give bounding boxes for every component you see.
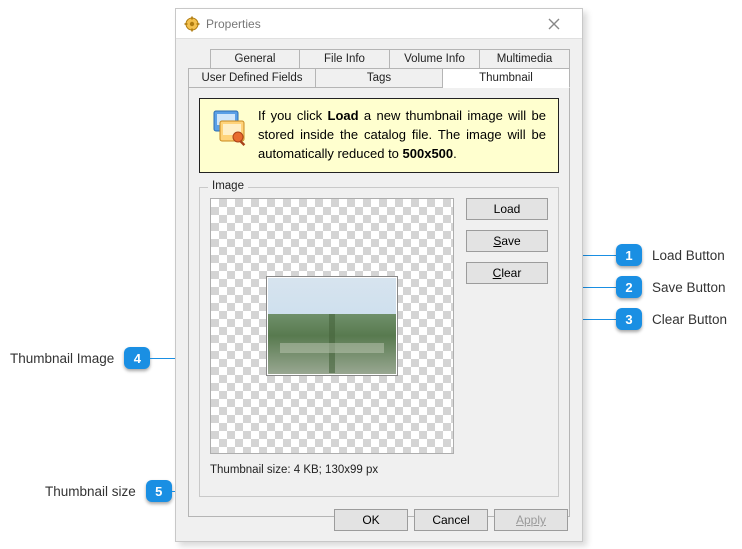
callout-3-label: Clear Button — [652, 312, 727, 327]
window-title: Properties — [206, 17, 261, 31]
apply-button[interactable]: Apply — [494, 509, 568, 531]
properties-dialog: Properties General File Info Volume Info… — [175, 8, 583, 542]
cancel-button[interactable]: Cancel — [414, 509, 488, 531]
tab-user-defined-fields[interactable]: User Defined Fields — [188, 68, 316, 88]
callout-5-label: Thumbnail size — [45, 484, 136, 499]
info-text: If you click Load a new thumbnail image … — [258, 107, 546, 164]
tab-volume-info[interactable]: Volume Info — [390, 49, 480, 68]
callout-1-label: Load Button — [652, 248, 725, 263]
save-button[interactable]: Save — [466, 230, 548, 252]
callout-2-bubble: 2 — [616, 276, 642, 298]
pictures-icon — [208, 107, 248, 147]
callout-4-bubble: 4 — [124, 347, 150, 369]
tab-panel-thumbnail: If you click Load a new thumbnail image … — [188, 87, 570, 517]
info-box: If you click Load a new thumbnail image … — [199, 98, 559, 173]
callout-5-bubble: 5 — [146, 480, 172, 502]
tab-tags[interactable]: Tags — [316, 68, 443, 88]
callout-4-label: Thumbnail Image — [10, 351, 114, 366]
thumbnail-size-label: Thumbnail size: 4 KB; 130x99 px — [210, 464, 548, 476]
ok-button[interactable]: OK — [334, 509, 408, 531]
tab-file-info[interactable]: File Info — [300, 49, 390, 68]
titlebar[interactable]: Properties — [176, 9, 582, 39]
callout-2-label: Save Button — [652, 280, 726, 295]
app-icon — [184, 16, 200, 32]
thumbnail-preview-area — [210, 198, 454, 454]
load-button[interactable]: Load — [466, 198, 548, 220]
thumbnail-image — [266, 276, 398, 376]
tabs: General File Info Volume Info Multimedia… — [188, 49, 570, 88]
tab-thumbnail[interactable]: Thumbnail — [443, 68, 570, 88]
close-button[interactable] — [534, 9, 574, 39]
image-group: Image Load Save Clear Thumbnail size: 4 … — [199, 187, 559, 497]
image-group-title: Image — [208, 180, 248, 192]
callout-3-bubble: 3 — [616, 308, 642, 330]
callout-1-bubble: 1 — [616, 244, 642, 266]
clear-button[interactable]: Clear — [466, 262, 548, 284]
tab-general[interactable]: General — [210, 49, 300, 68]
tab-multimedia[interactable]: Multimedia — [480, 49, 570, 68]
